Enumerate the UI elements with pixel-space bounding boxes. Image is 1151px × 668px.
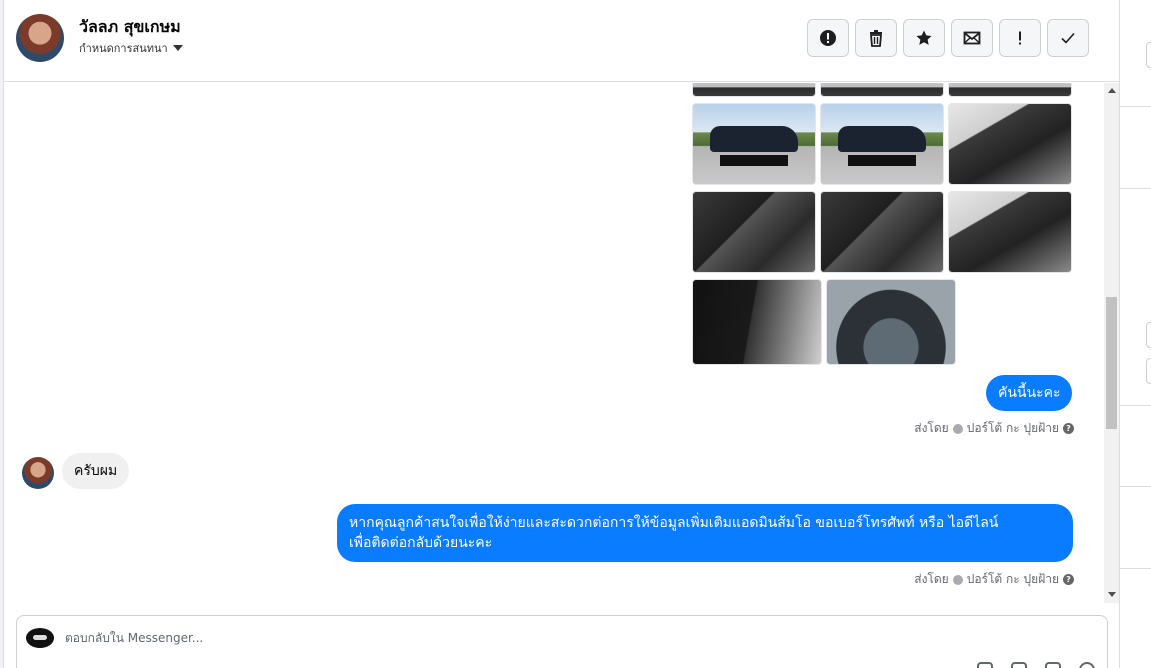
image-icon[interactable] xyxy=(1045,662,1061,668)
photo-attachment[interactable] xyxy=(692,103,816,185)
attachment-icon[interactable] xyxy=(977,662,993,668)
mark-unread-button[interactable] xyxy=(951,19,993,57)
saved-reply-icon[interactable] xyxy=(1011,662,1027,668)
alert-circle-icon xyxy=(820,30,836,46)
composer-tools xyxy=(977,662,1095,668)
scroll-up-arrow-icon[interactable] xyxy=(1108,88,1116,93)
message-text-line: เพื่อติดต่อกลับด้วยนะคะ xyxy=(349,535,493,551)
contact-avatar-small[interactable] xyxy=(22,457,54,489)
message-thread[interactable]: คันนี้นะคะ ส่งโดย ปอร์โต้ กะ ปุยฝ้าย ? ค… xyxy=(4,83,1104,603)
trash-icon xyxy=(870,30,882,47)
sender-name: ปอร์โต้ กะ ปุยฝ้าย xyxy=(966,572,1059,586)
help-icon[interactable]: ? xyxy=(1063,574,1074,585)
details-field[interactable] xyxy=(1146,358,1151,384)
inbox-conversation-view: วัลลภ สุขเกษม กำหนดการสนทนา คันนี้นะคะ ส… xyxy=(0,0,1151,668)
divider xyxy=(1120,106,1151,107)
reply-composer xyxy=(16,615,1108,668)
incoming-message[interactable]: ครับผม xyxy=(62,453,130,489)
divider xyxy=(1120,486,1151,487)
photo-attachment[interactable] xyxy=(948,191,1072,273)
sent-by-meta: ส่งโดย ปอร์โต้ กะ ปุยฝ้าย ? xyxy=(914,570,1074,589)
chat-scrollbar[interactable] xyxy=(1104,83,1119,603)
reply-input[interactable] xyxy=(65,628,665,648)
star-icon xyxy=(916,30,932,45)
scrollbar-thumb[interactable] xyxy=(1106,297,1117,429)
sent-by-meta: ส่งโดย ปอร์โต้ กะ ปุยฝ้าย ? xyxy=(914,419,1074,438)
divider xyxy=(1120,188,1151,189)
sent-check-icon xyxy=(952,423,963,434)
emoji-icon[interactable] xyxy=(1079,662,1095,668)
check-icon xyxy=(1061,32,1075,44)
conversation-settings-dropdown[interactable]: กำหนดการสนทนา xyxy=(79,39,183,57)
exclamation-icon xyxy=(1019,31,1021,45)
photo-attachment[interactable] xyxy=(826,279,956,365)
message-text: คันนี้นะคะ xyxy=(998,385,1061,401)
sent-by-label: ส่งโดย xyxy=(914,572,949,586)
outgoing-message[interactable]: คันนี้นะคะ xyxy=(986,375,1073,411)
spam-button[interactable] xyxy=(999,19,1041,57)
message-text-line: หากคุณลูกค้าสนใจเพื่อให้ง่ายและสะดวกต่อก… xyxy=(349,515,999,531)
mark-done-button[interactable] xyxy=(1047,19,1089,57)
sent-check-icon xyxy=(952,574,963,585)
contact-avatar[interactable] xyxy=(16,14,64,62)
conversation-toolbar xyxy=(807,19,1089,57)
photo-attachment[interactable] xyxy=(692,191,816,273)
sender-name: ปอร์โต้ กะ ปุยฝ้าย xyxy=(966,421,1059,435)
info-button[interactable] xyxy=(807,19,849,57)
details-field[interactable] xyxy=(1146,322,1151,348)
photo-attachment[interactable] xyxy=(948,83,1072,97)
envelope-icon xyxy=(963,31,981,45)
photo-attachment[interactable] xyxy=(820,83,944,97)
divider xyxy=(1120,405,1151,406)
sent-by-label: ส่งโดย xyxy=(914,421,949,435)
photo-attachment[interactable] xyxy=(820,191,944,273)
conversation-header: วัลลภ สุขเกษม กำหนดการสนทนา xyxy=(4,0,1119,82)
photo-attachment[interactable] xyxy=(692,279,822,365)
message-text: ครับผม xyxy=(74,463,118,479)
help-icon[interactable]: ? xyxy=(1063,423,1074,434)
divider xyxy=(1120,568,1151,569)
scroll-down-arrow-icon[interactable] xyxy=(1108,592,1116,597)
photo-attachment[interactable] xyxy=(820,103,944,185)
page-avatar xyxy=(26,628,54,648)
caret-down-icon xyxy=(172,45,183,51)
photo-attachment[interactable] xyxy=(692,83,816,97)
contact-details-panel xyxy=(1119,0,1151,668)
delete-button[interactable] xyxy=(855,19,897,57)
details-field[interactable] xyxy=(1146,42,1151,68)
outgoing-message[interactable]: หากคุณลูกค้าสนใจเพื่อให้ง่ายและสะดวกต่อก… xyxy=(337,504,1073,562)
conversation-settings-label: กำหนดการสนทนา xyxy=(79,42,168,55)
star-button[interactable] xyxy=(903,19,945,57)
photo-attachment[interactable] xyxy=(948,103,1072,185)
contact-name[interactable]: วัลลภ สุขเกษม xyxy=(79,15,181,40)
